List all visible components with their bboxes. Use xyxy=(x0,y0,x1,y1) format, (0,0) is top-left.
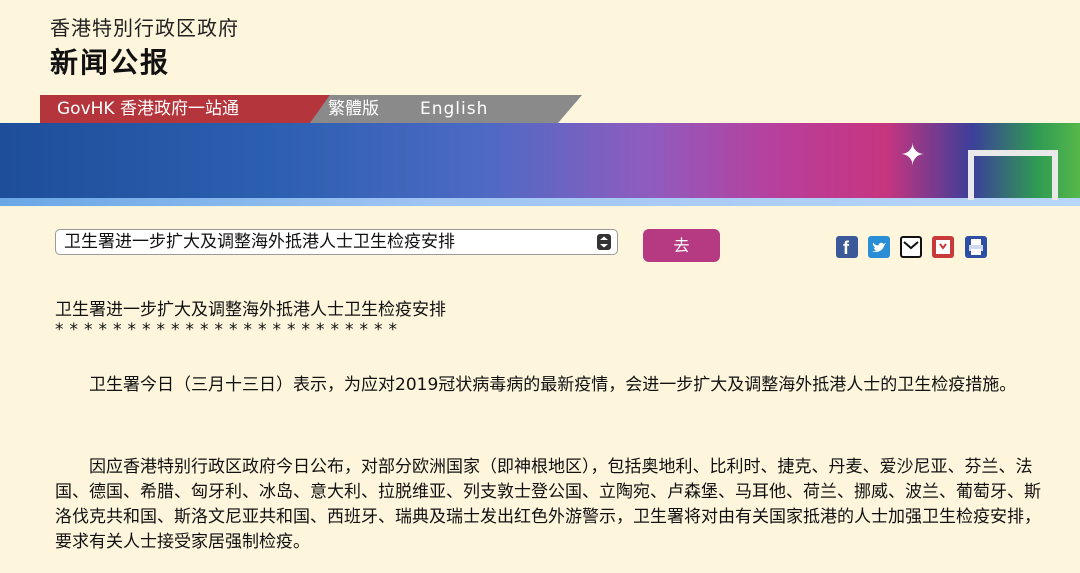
govhk-tab[interactable]: GovHK 香港政府一站通 xyxy=(40,95,310,123)
select-updown-icon xyxy=(597,234,611,250)
article-paragraph-2-text: 因应香港特别行政区政府今日公布，对部分欧洲国家（即神根地区），包括奥地利、比利时… xyxy=(55,457,1041,552)
facebook-icon[interactable]: f xyxy=(836,236,858,258)
header: 香港特別行政区政府 新闻公报 xyxy=(0,0,1080,95)
article-select-value: 卫生署进一步扩大及调整海外抵港人士卫生检疫安排 xyxy=(64,232,455,252)
article-paragraph-1: 卫生署今日（三月十三日）表示，为应对2019冠状病毒病的最新疫情，会进一步扩大及… xyxy=(55,373,1016,398)
page-title: 新闻公报 xyxy=(50,46,171,79)
banner-frame-graphic xyxy=(968,150,1058,200)
article-paragraph-2: 因应香港特别行政区政府今日公布，对部分欧洲国家（即神根地区），包括奥地利、比利时… xyxy=(55,455,1055,555)
traditional-chinese-link[interactable]: 繁體版 xyxy=(328,95,379,123)
svg-text:f: f xyxy=(843,238,850,258)
banner-stripe xyxy=(0,198,1080,206)
email-icon[interactable] xyxy=(900,236,922,258)
article-title: 卫生署进一步扩大及调整海外抵港人士卫生检疫安排 xyxy=(55,300,446,320)
article-select[interactable]: 卫生署进一步扩大及调整海外抵港人士卫生检疫安排 xyxy=(55,229,618,255)
title-divider-stars: ************************ xyxy=(55,320,403,340)
government-name: 香港特別行政区政府 xyxy=(50,16,239,40)
go-button[interactable]: 去 xyxy=(643,229,720,262)
sparkle-icon: ✦ xyxy=(900,138,926,173)
article-paragraph-1-text: 卫生署今日（三月十三日）表示，为应对2019冠状病毒病的最新疫情，会进一步扩大及… xyxy=(89,375,1017,395)
twitter-icon[interactable] xyxy=(868,236,890,258)
language-tab-arrow xyxy=(558,95,582,123)
print-icon[interactable] xyxy=(965,236,987,258)
bookmark-icon[interactable] xyxy=(932,236,954,258)
english-link[interactable]: English xyxy=(420,95,488,123)
top-tabs: GovHK 香港政府一站通 繁體版 English xyxy=(40,95,582,123)
